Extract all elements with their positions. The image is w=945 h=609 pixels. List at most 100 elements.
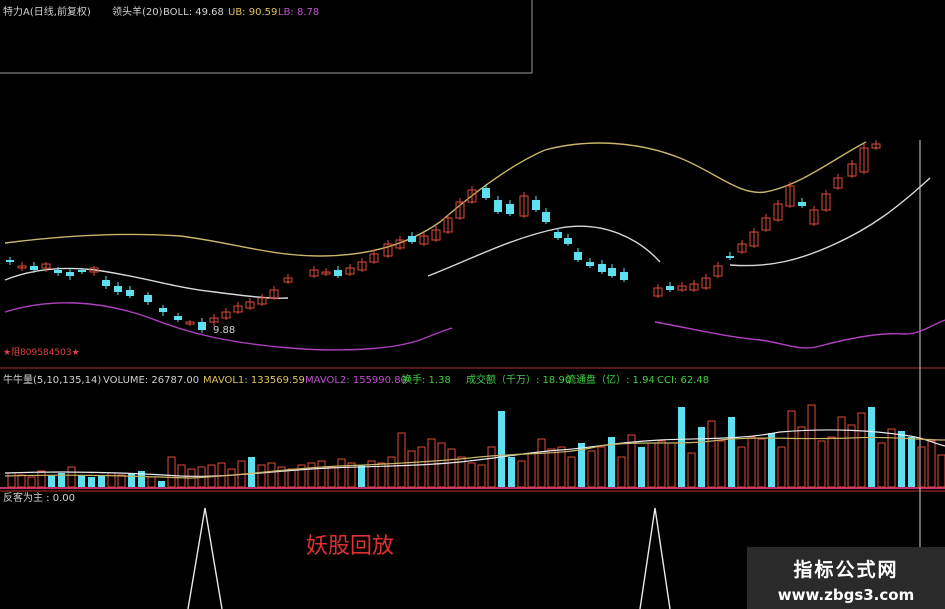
candle-body <box>666 286 674 290</box>
mavol2-value: MAVOL2: 155990.80 <box>305 375 407 386</box>
volume-bar <box>537 438 546 488</box>
volume-bar <box>107 472 116 488</box>
volume-bar <box>787 410 796 488</box>
volume-bar <box>158 481 165 487</box>
volume-bar <box>447 448 456 488</box>
volume-bar <box>407 450 416 488</box>
kline-chart-screen[interactable]: 特力A(日线,前复权) 领头羊(20) BOLL: 49.68 UB: 90.5… <box>0 0 945 609</box>
volume-title: 牛牛量(5,10,135,14) <box>3 373 101 386</box>
volume-bar <box>397 432 406 488</box>
candle-body <box>532 200 540 210</box>
candle-body <box>334 270 342 276</box>
candle-body <box>126 290 134 296</box>
candle-body <box>506 204 514 214</box>
volume-bar <box>707 420 716 488</box>
candle-body <box>174 316 182 320</box>
volume-bar <box>387 456 396 488</box>
volume-bar <box>117 474 126 488</box>
candle-body <box>482 188 490 198</box>
mid-band-line-2 <box>427 225 661 277</box>
indicator-name: 领头羊(20) <box>112 5 163 18</box>
watermark-url: www.zbgs3.com <box>777 586 915 604</box>
volume-bar <box>717 440 726 488</box>
volume-bar <box>7 472 16 488</box>
volume-bar <box>487 446 496 488</box>
signal-spike-1 <box>187 507 223 609</box>
candle-body <box>159 308 167 312</box>
ub-value: UB: 90.59 <box>228 7 277 18</box>
volume-header: 牛牛量(5,10,135,14) VOLUME: 26787.00 MAVOL1… <box>3 373 709 386</box>
volume-bar <box>358 465 365 487</box>
volume-bar <box>698 427 705 487</box>
volume-bar <box>248 457 255 487</box>
candle-body <box>608 268 616 276</box>
candle-body <box>564 238 572 244</box>
volume-bar <box>617 456 626 488</box>
volume-bar <box>337 458 346 488</box>
volume-bar <box>67 466 76 488</box>
volume-bar <box>78 475 85 487</box>
volume-bar <box>227 468 236 488</box>
volume-bar <box>508 457 515 487</box>
candle-body <box>144 295 152 302</box>
volume-bar <box>667 442 676 488</box>
volume-bar <box>128 473 135 487</box>
volume-bar <box>98 475 105 487</box>
volume-bar <box>638 447 645 487</box>
volume-value: VOLUME: 26787.00 <box>103 375 199 386</box>
stock-title: 特力A(日线,前复权) <box>3 5 91 18</box>
volume-bar <box>527 452 536 488</box>
volume-bar <box>847 424 856 488</box>
mid-band-line <box>4 267 289 299</box>
signal-spike-2 <box>639 507 671 609</box>
volume-bar <box>27 476 36 488</box>
watermark-title: 指标公式网 <box>793 559 899 581</box>
min-price-label: 9.88 <box>213 325 235 336</box>
lb-value: LB: 8.78 <box>278 7 319 18</box>
volume-bar <box>48 475 55 487</box>
volume-bar <box>797 426 806 488</box>
volume-bar <box>937 454 945 488</box>
volume-bar <box>827 436 836 488</box>
volume-bar <box>757 438 766 488</box>
candle-body <box>78 270 86 272</box>
candle-body <box>554 232 562 238</box>
volume-bar <box>898 431 905 487</box>
volume-bar <box>737 446 746 488</box>
volume-bar <box>498 411 505 487</box>
candle-body <box>54 270 62 273</box>
volume-bar <box>587 450 596 488</box>
volume-bar <box>597 446 606 488</box>
volume-bar <box>417 446 426 488</box>
volume-bar <box>307 462 316 488</box>
volume-bar <box>868 407 875 487</box>
volume-bar <box>267 462 276 488</box>
volume-bar <box>768 433 775 487</box>
volume-bar <box>17 474 26 488</box>
candle-body <box>542 212 550 222</box>
turnover-value: 换手: 1.38 <box>402 373 451 386</box>
volume-bar <box>437 442 446 488</box>
volume-bar <box>517 460 526 488</box>
signal-title: 反客为主 : 0.00 <box>3 491 75 504</box>
candle-body <box>198 322 206 330</box>
volume-bar <box>477 464 486 488</box>
volume-bar <box>88 477 95 487</box>
candle-body <box>726 256 734 258</box>
volume-bar <box>777 446 786 488</box>
volume-bar <box>547 448 556 488</box>
candle-body <box>114 286 122 292</box>
candle-body <box>798 202 806 206</box>
candle-body <box>574 252 582 260</box>
mavol1-value: MAVOL1: 133569.59 <box>203 375 305 386</box>
volume-bar <box>567 456 576 488</box>
candle-body <box>598 264 606 272</box>
volume-bar <box>327 466 336 488</box>
volume-bar <box>857 412 866 488</box>
volume-bar <box>287 468 296 488</box>
mid-band-line-3 <box>729 177 931 267</box>
volume-bar <box>657 440 666 488</box>
candle-body <box>494 200 502 212</box>
candle-body <box>66 272 74 276</box>
candle-body <box>30 266 38 270</box>
